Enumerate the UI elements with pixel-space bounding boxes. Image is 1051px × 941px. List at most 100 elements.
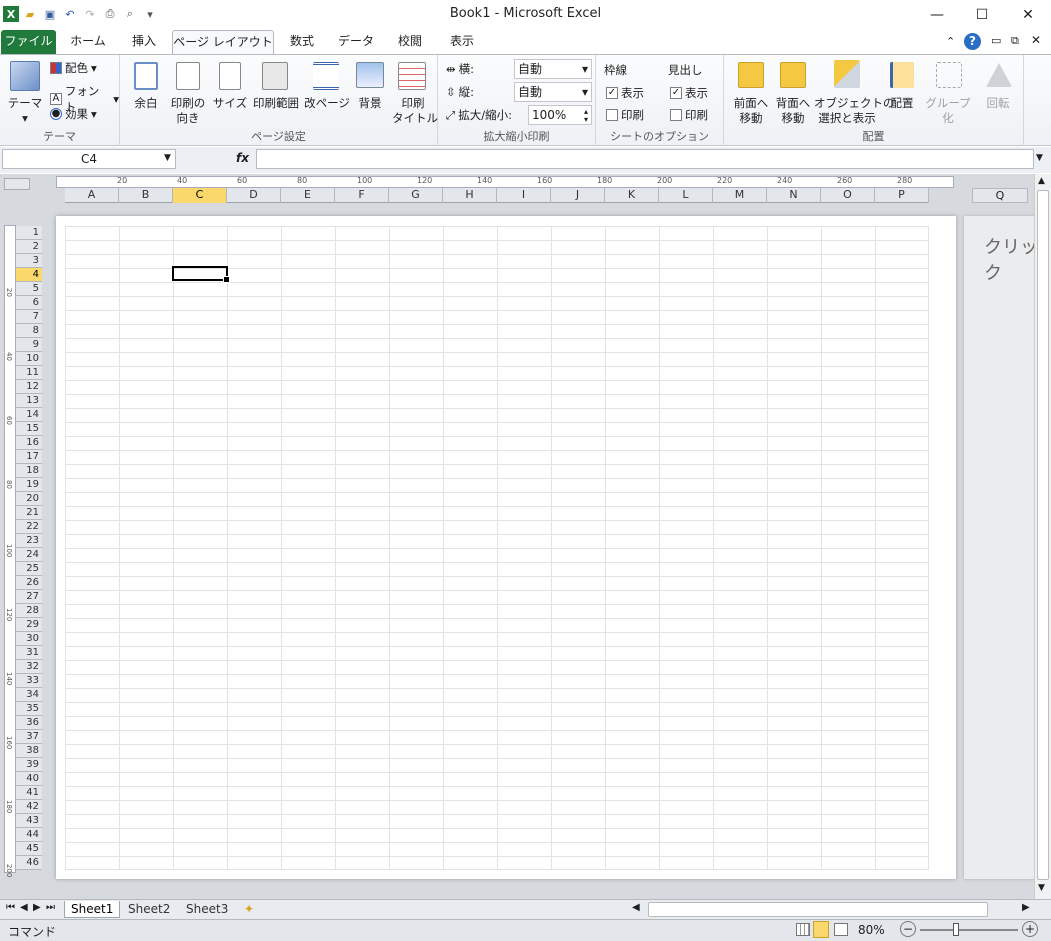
margins-button[interactable]: 余白 <box>126 96 166 111</box>
tab-view[interactable]: 表示 <box>438 30 486 54</box>
column-header-m[interactable]: M <box>713 188 767 203</box>
row-header[interactable]: 15 <box>16 422 42 436</box>
doc-close-icon[interactable]: ✕ <box>1031 33 1041 47</box>
close-button[interactable]: ✕ <box>1006 0 1050 30</box>
sheet-tab-3[interactable]: Sheet3 <box>180 901 234 918</box>
sheet-nav-next-icon[interactable]: ▶ <box>33 902 41 913</box>
row-header[interactable]: 26 <box>16 576 42 590</box>
sheet-nav-prev-icon[interactable]: ◀ <box>20 902 28 913</box>
row-header[interactable]: 39 <box>16 758 42 772</box>
row-header[interactable]: 32 <box>16 660 42 674</box>
tab-page-layout[interactable]: ページ レイアウト <box>172 30 274 55</box>
row-header[interactable]: 16 <box>16 436 42 450</box>
headings-view-checkbox[interactable]: ✓ 表示 <box>670 85 708 101</box>
colors-button[interactable]: 配色 ▾ <box>50 60 97 76</box>
orientation-button[interactable]: 印刷の 向き <box>164 96 212 126</box>
headings-print-checkbox[interactable]: 印刷 <box>670 107 708 123</box>
column-header-a[interactable]: A <box>65 188 119 203</box>
row-header[interactable]: 27 <box>16 590 42 604</box>
column-header-n[interactable]: N <box>767 188 821 203</box>
row-header[interactable]: 20 <box>16 492 42 506</box>
column-header-b[interactable]: B <box>119 188 173 203</box>
row-header[interactable]: 24 <box>16 548 42 562</box>
row-header[interactable]: 44 <box>16 828 42 842</box>
page-break-view-icon[interactable] <box>834 923 848 936</box>
column-header-q[interactable]: Q <box>972 188 1028 203</box>
row-header[interactable]: 40 <box>16 772 42 786</box>
column-header-o[interactable]: O <box>821 188 875 203</box>
scroll-up-icon[interactable]: ▲ <box>1038 176 1045 186</box>
row-header[interactable]: 38 <box>16 744 42 758</box>
row-header[interactable]: 10 <box>16 352 42 366</box>
page-2[interactable] <box>964 216 1036 879</box>
row-header[interactable]: 45 <box>16 842 42 856</box>
row-header[interactable]: 12 <box>16 380 42 394</box>
zoom-out-icon[interactable]: − <box>900 921 916 937</box>
gridlines-view-checkbox[interactable]: ✓ 表示 <box>606 85 644 101</box>
zoom-level[interactable]: 80% <box>858 923 885 937</box>
name-box-dropdown-icon[interactable]: ▼ <box>164 153 171 163</box>
rotate-button[interactable]: 回転 <box>978 96 1018 111</box>
column-header-f[interactable]: F <box>335 188 389 203</box>
row-header[interactable]: 2 <box>16 240 42 254</box>
page-layout-view-icon[interactable] <box>813 921 829 938</box>
align-button[interactable]: 配置 <box>882 96 922 111</box>
zoom-slider-track[interactable] <box>920 929 1018 931</box>
sheet-nav-first-icon[interactable]: ⏮ <box>6 902 15 913</box>
row-header[interactable]: 37 <box>16 730 42 744</box>
gridlines-print-checkbox[interactable]: 印刷 <box>606 107 644 123</box>
select-all-corner[interactable] <box>4 178 30 190</box>
row-header[interactable]: 19 <box>16 478 42 492</box>
row-header[interactable]: 43 <box>16 814 42 828</box>
bring-forward-button[interactable]: 前面へ 移動 <box>728 96 774 126</box>
formula-input[interactable] <box>256 149 1034 169</box>
column-header-g[interactable]: G <box>389 188 443 203</box>
tab-insert[interactable]: 挿入 <box>120 30 168 54</box>
column-header-i[interactable]: I <box>497 188 551 203</box>
tab-data[interactable]: データ <box>330 30 382 54</box>
print-area-button[interactable]: 印刷範囲 <box>250 96 302 111</box>
sheet-nav-last-icon[interactable]: ⏭ <box>46 902 55 913</box>
active-cell[interactable] <box>172 266 230 283</box>
column-header-l[interactable]: L <box>659 188 713 203</box>
row-header[interactable]: 31 <box>16 646 42 660</box>
row-header[interactable]: 23 <box>16 534 42 548</box>
send-backward-button[interactable]: 背面へ 移動 <box>770 96 816 126</box>
name-box[interactable]: C4 <box>2 149 176 169</box>
minimize-button[interactable]: — <box>915 0 959 30</box>
row-header[interactable]: 4 <box>16 268 42 282</box>
row-header[interactable]: 18 <box>16 464 42 478</box>
row-header[interactable]: 8 <box>16 324 42 338</box>
page-1[interactable] <box>56 216 956 879</box>
background-button[interactable]: 背景 <box>350 96 390 111</box>
hscroll-left-icon[interactable]: ◀ <box>632 902 640 913</box>
row-header[interactable]: 36 <box>16 716 42 730</box>
expand-formula-icon[interactable]: ▼ <box>1036 153 1043 163</box>
scroll-thumb[interactable] <box>1037 190 1049 880</box>
doc-restore-icon[interactable]: ⧉ <box>1011 34 1019 48</box>
width-dropdown[interactable]: 自動 ▾ <box>514 59 592 79</box>
tab-formulas[interactable]: 数式 <box>280 30 324 54</box>
row-header[interactable]: 33 <box>16 674 42 688</box>
tab-review[interactable]: 校閲 <box>388 30 432 54</box>
row-header[interactable]: 46 <box>16 856 42 870</box>
sheet-tab-1[interactable]: Sheet1 <box>64 901 121 918</box>
row-header[interactable]: 6 <box>16 296 42 310</box>
column-header-p[interactable]: P <box>875 188 929 203</box>
doc-minimize-icon[interactable]: ▭ <box>991 34 1001 47</box>
print-titles-button[interactable]: 印刷 タイトル <box>392 96 438 126</box>
selection-pane-button[interactable]: オブジェクトの 選択と表示 <box>814 96 895 126</box>
hscroll-right-icon[interactable]: ▶ <box>1022 902 1030 913</box>
row-header[interactable]: 14 <box>16 408 42 422</box>
row-header[interactable]: 11 <box>16 366 42 380</box>
row-header[interactable]: 7 <box>16 310 42 324</box>
insert-sheet-icon[interactable]: ✦ <box>238 901 260 918</box>
help-icon[interactable]: ? <box>964 33 981 50</box>
row-header[interactable]: 21 <box>16 506 42 520</box>
scale-spinner[interactable]: 100% ▴ ▾ <box>528 105 592 125</box>
minimize-ribbon-icon[interactable]: ⌃ <box>946 35 955 48</box>
row-header[interactable]: 1 <box>16 226 42 240</box>
row-header[interactable]: 3 <box>16 254 42 268</box>
column-header-d[interactable]: D <box>227 188 281 203</box>
row-header[interactable]: 28 <box>16 604 42 618</box>
